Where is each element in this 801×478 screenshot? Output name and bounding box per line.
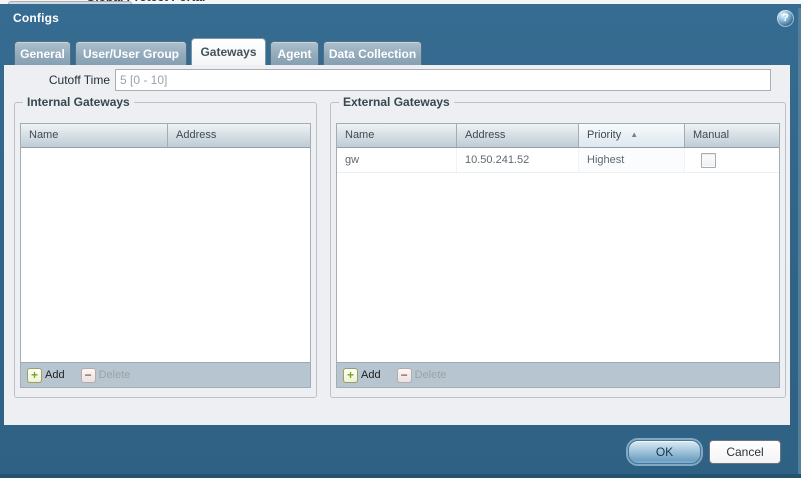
tab-agent[interactable]: Agent — [270, 41, 319, 65]
window-bottom-edge — [0, 474, 801, 478]
external-gateways-grid: Name Address Priority ▲ Manual gw 10.50.… — [336, 123, 780, 388]
internal-gateways-grid: Name Address + Add − Delete — [20, 123, 311, 388]
priority-header-label: Priority — [587, 129, 622, 141]
tab-gateways[interactable]: Gateways — [191, 38, 266, 65]
help-icon[interactable]: ? — [777, 10, 794, 27]
external-gateways-fieldset: External Gateways Name Address Priority … — [330, 95, 786, 398]
internal-gateways-legend: Internal Gateways — [23, 95, 134, 109]
column-header-priority[interactable]: Priority ▲ — [579, 124, 685, 147]
cell-address: 10.50.241.52 — [457, 148, 579, 172]
table-row-gw[interactable]: gw 10.50.241.52 Highest — [337, 148, 779, 173]
ok-button[interactable]: OK — [628, 440, 701, 464]
tab-general[interactable]: General — [14, 41, 71, 65]
cancel-button[interactable]: Cancel — [709, 440, 781, 464]
internal-grid-toolbar: + Add − Delete — [21, 362, 310, 387]
external-grid-toolbar: + Add − Delete — [337, 362, 779, 387]
manual-checkbox[interactable] — [701, 153, 716, 168]
delete-icon: − — [80, 367, 96, 383]
column-header-address[interactable]: Address — [168, 124, 310, 147]
add-button-label: Add — [45, 369, 65, 381]
delete-button-label: Delete — [414, 369, 447, 381]
external-grid-body: gw 10.50.241.52 Highest — [337, 148, 779, 362]
cutoff-time-label: Cutoff Time — [48, 73, 110, 87]
delete-icon: − — [396, 367, 412, 383]
external-delete-button[interactable]: − Delete — [396, 367, 447, 383]
column-header-address[interactable]: Address — [457, 124, 579, 147]
add-icon: + — [343, 367, 358, 383]
dialog-title: Configs — [13, 11, 60, 25]
internal-delete-button[interactable]: − Delete — [80, 367, 131, 383]
cell-priority: Highest — [579, 148, 685, 172]
tab-user-user-group[interactable]: User/User Group — [75, 41, 187, 65]
column-header-name[interactable]: Name — [21, 124, 168, 147]
external-grid-header: Name Address Priority ▲ Manual — [337, 124, 779, 148]
internal-grid-body — [21, 148, 310, 362]
internal-grid-header: Name Address — [21, 124, 310, 148]
sort-asc-icon: ▲ — [630, 130, 639, 139]
column-header-manual[interactable]: Manual — [685, 124, 779, 147]
column-header-name[interactable]: Name — [337, 124, 457, 147]
delete-button-label: Delete — [98, 369, 131, 381]
internal-add-button[interactable]: + Add — [27, 367, 65, 383]
tab-data-collection[interactable]: Data Collection — [323, 41, 422, 65]
add-button-label: Add — [361, 369, 381, 381]
external-add-button[interactable]: + Add — [343, 367, 381, 383]
external-gateways-legend: External Gateways — [339, 95, 454, 109]
cell-name: gw — [337, 148, 457, 172]
internal-gateways-fieldset: Internal Gateways Name Address + Add − D… — [14, 95, 317, 398]
add-icon: + — [27, 367, 42, 383]
cutoff-time-input[interactable] — [115, 69, 771, 91]
screen: Global Protect Portal Configs ? General … — [0, 0, 801, 478]
cell-manual — [685, 148, 779, 172]
